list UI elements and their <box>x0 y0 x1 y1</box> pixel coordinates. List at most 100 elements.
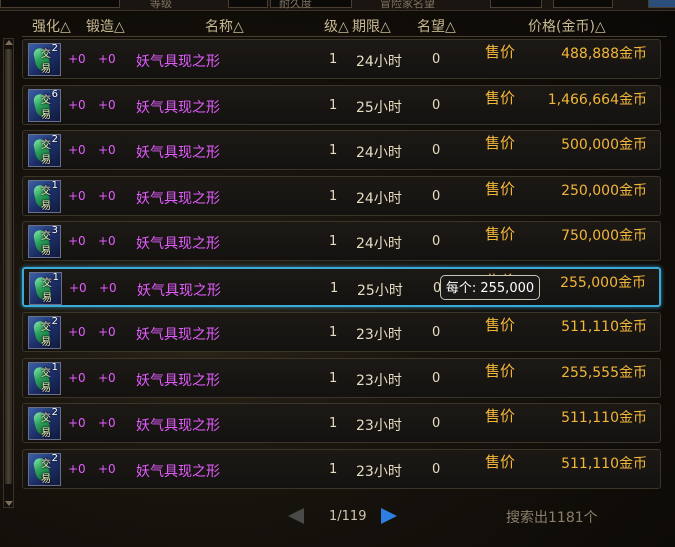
enhance-value: +0 <box>69 281 87 295</box>
trade-tag: 交易 <box>41 368 51 394</box>
search-field-a[interactable] <box>0 0 120 8</box>
item-duration: 23小时 <box>356 418 402 434</box>
sell-price-label: 售价 <box>485 316 516 334</box>
fame-label: 冒险家名望 <box>380 0 435 10</box>
item-level: 1 <box>329 416 338 431</box>
table-row[interactable]: 2 交易 +0 +0 妖气具现之形 1 23小时 0 售价 511,110金币 <box>22 403 661 443</box>
item-price: 511,110金币 <box>561 456 647 472</box>
trade-tag: 交易 <box>41 231 51 257</box>
item-icon[interactable]: 1 交易 <box>28 180 61 213</box>
search-button[interactable] <box>648 0 675 8</box>
sort-duration[interactable]: 期限△ <box>352 16 391 36</box>
level-label: 等级 <box>150 0 172 10</box>
item-duration: 25小时 <box>356 100 402 116</box>
table-row[interactable]: 2 交易 +0 +0 妖气具现之形 1 24小时 0 售价 488,888金币 <box>22 39 661 79</box>
auction-panel: 等级 耐久度 冒险家名望 强化△ 锻造△ 名称△ 级△ 期限△ 名望△ 价格(金… <box>0 0 675 547</box>
column-header: 强化△ 锻造△ 名称△ 级△ 期限△ 名望△ 价格(金币)△ <box>22 14 667 37</box>
forge-value: +0 <box>99 281 117 295</box>
enhance-value: +0 <box>68 371 86 385</box>
item-fame: 0 <box>432 462 441 477</box>
item-icon[interactable]: 1 交易 <box>28 362 61 395</box>
forge-value: +0 <box>98 143 116 157</box>
item-duration: 24小时 <box>356 145 402 161</box>
item-duration: 23小时 <box>356 327 402 343</box>
item-icon[interactable]: 6 交易 <box>28 89 61 122</box>
item-icon[interactable]: 3 交易 <box>28 225 61 258</box>
table-row[interactable]: 1 交易 +0 +0 妖气具现之形 1 23小时 0 售价 255,555金币 <box>22 358 661 398</box>
trade-tag: 交易 <box>42 278 52 304</box>
item-fame: 0 <box>432 325 441 340</box>
enhance-value: +0 <box>68 98 86 112</box>
level-field[interactable] <box>228 0 268 8</box>
sell-price-label: 售价 <box>485 43 516 61</box>
fame-field-max[interactable] <box>553 0 613 8</box>
trade-tag: 交易 <box>41 322 51 348</box>
item-duration: 24小时 <box>356 236 402 252</box>
table-row[interactable]: 1 交易 +0 +0 妖气具现之形 1 25小时 0 售价 255,000金币 <box>22 267 661 307</box>
page-indicator: 1/119 <box>329 509 367 524</box>
item-price: 500,000金币 <box>561 137 647 153</box>
item-level: 1 <box>329 234 338 249</box>
trade-tag: 交易 <box>41 459 51 485</box>
item-icon[interactable]: 1 交易 <box>29 272 62 305</box>
sort-fame[interactable]: 名望△ <box>417 16 456 36</box>
item-name: 妖气具现之形 <box>136 418 220 434</box>
table-row[interactable]: 1 交易 +0 +0 妖气具现之形 1 24小时 0 售价 250,000金币 <box>22 176 661 216</box>
forge-value: +0 <box>98 234 116 248</box>
item-level: 1 <box>329 462 338 477</box>
prev-page-arrow-icon[interactable] <box>288 508 304 524</box>
table-row[interactable]: 6 交易 +0 +0 妖气具现之形 1 25小时 0 售价 1,466,664金… <box>22 85 661 125</box>
enhance-value: +0 <box>68 462 86 476</box>
item-duration: 25小时 <box>357 283 403 299</box>
next-page-arrow-icon[interactable] <box>381 508 397 524</box>
trade-tag: 交易 <box>41 95 51 121</box>
sell-price-label: 售价 <box>485 453 516 471</box>
scroll-down-arrow-icon[interactable] <box>5 501 13 506</box>
table-row[interactable]: 2 交易 +0 +0 妖气具现之形 1 23小时 0 售价 511,110金币 <box>22 312 661 352</box>
item-name: 妖气具现之形 <box>136 54 220 70</box>
scroll-thumb[interactable] <box>5 49 12 484</box>
sort-price[interactable]: 价格(金币)△ <box>528 16 606 36</box>
search-result-count: 搜索出1181个 <box>506 510 598 526</box>
trade-tag: 交易 <box>41 413 51 439</box>
table-row[interactable]: 3 交易 +0 +0 妖气具现之形 1 24小时 0 售价 750,000金币 <box>22 221 661 261</box>
sort-name[interactable]: 名称△ <box>205 16 244 36</box>
item-price: 488,888金币 <box>561 46 647 62</box>
forge-value: +0 <box>98 416 116 430</box>
forge-value: +0 <box>98 371 116 385</box>
durability-field[interactable]: 耐久度 <box>270 0 352 10</box>
list-scrollbar[interactable] <box>3 38 14 508</box>
item-price: 511,110金币 <box>561 319 647 335</box>
forge-value: +0 <box>98 52 116 66</box>
item-fame: 0 <box>432 189 441 204</box>
item-fame: 0 <box>432 52 441 67</box>
item-icon[interactable]: 2 交易 <box>28 453 61 486</box>
table-row[interactable]: 2 交易 +0 +0 妖气具现之形 1 24小时 0 售价 500,000金币 <box>22 130 661 170</box>
trade-tag: 交易 <box>41 186 51 212</box>
item-price: 255,000金币 <box>560 275 646 291</box>
enhance-value: +0 <box>68 416 86 430</box>
item-price: 511,110金币 <box>561 410 647 426</box>
item-icon[interactable]: 2 交易 <box>28 316 61 349</box>
forge-value: +0 <box>98 98 116 112</box>
search-form-strip: 等级 耐久度 冒险家名望 <box>0 0 675 11</box>
item-name: 妖气具现之形 <box>136 464 220 480</box>
item-name: 妖气具现之形 <box>136 236 220 252</box>
durability-label: 耐久度 <box>279 0 312 10</box>
sell-price-label: 售价 <box>485 225 516 243</box>
fame-field-min[interactable] <box>490 0 542 8</box>
item-icon[interactable]: 2 交易 <box>28 407 61 440</box>
item-level: 1 <box>329 325 338 340</box>
sort-level[interactable]: 级△ <box>324 16 349 36</box>
item-fame: 0 <box>432 416 441 431</box>
item-icon[interactable]: 2 交易 <box>28 43 61 76</box>
sort-forge[interactable]: 锻造△ <box>86 16 125 36</box>
item-duration: 24小时 <box>356 191 402 207</box>
sell-price-label: 售价 <box>485 180 516 198</box>
table-row[interactable]: 2 交易 +0 +0 妖气具现之形 1 23小时 0 售价 511,110金币 <box>22 449 661 489</box>
sort-enhance[interactable]: 强化△ <box>32 16 71 36</box>
scroll-up-arrow-icon[interactable] <box>5 40 13 45</box>
item-duration: 23小时 <box>356 373 402 389</box>
item-level: 1 <box>329 143 338 158</box>
item-icon[interactable]: 2 交易 <box>28 134 61 167</box>
